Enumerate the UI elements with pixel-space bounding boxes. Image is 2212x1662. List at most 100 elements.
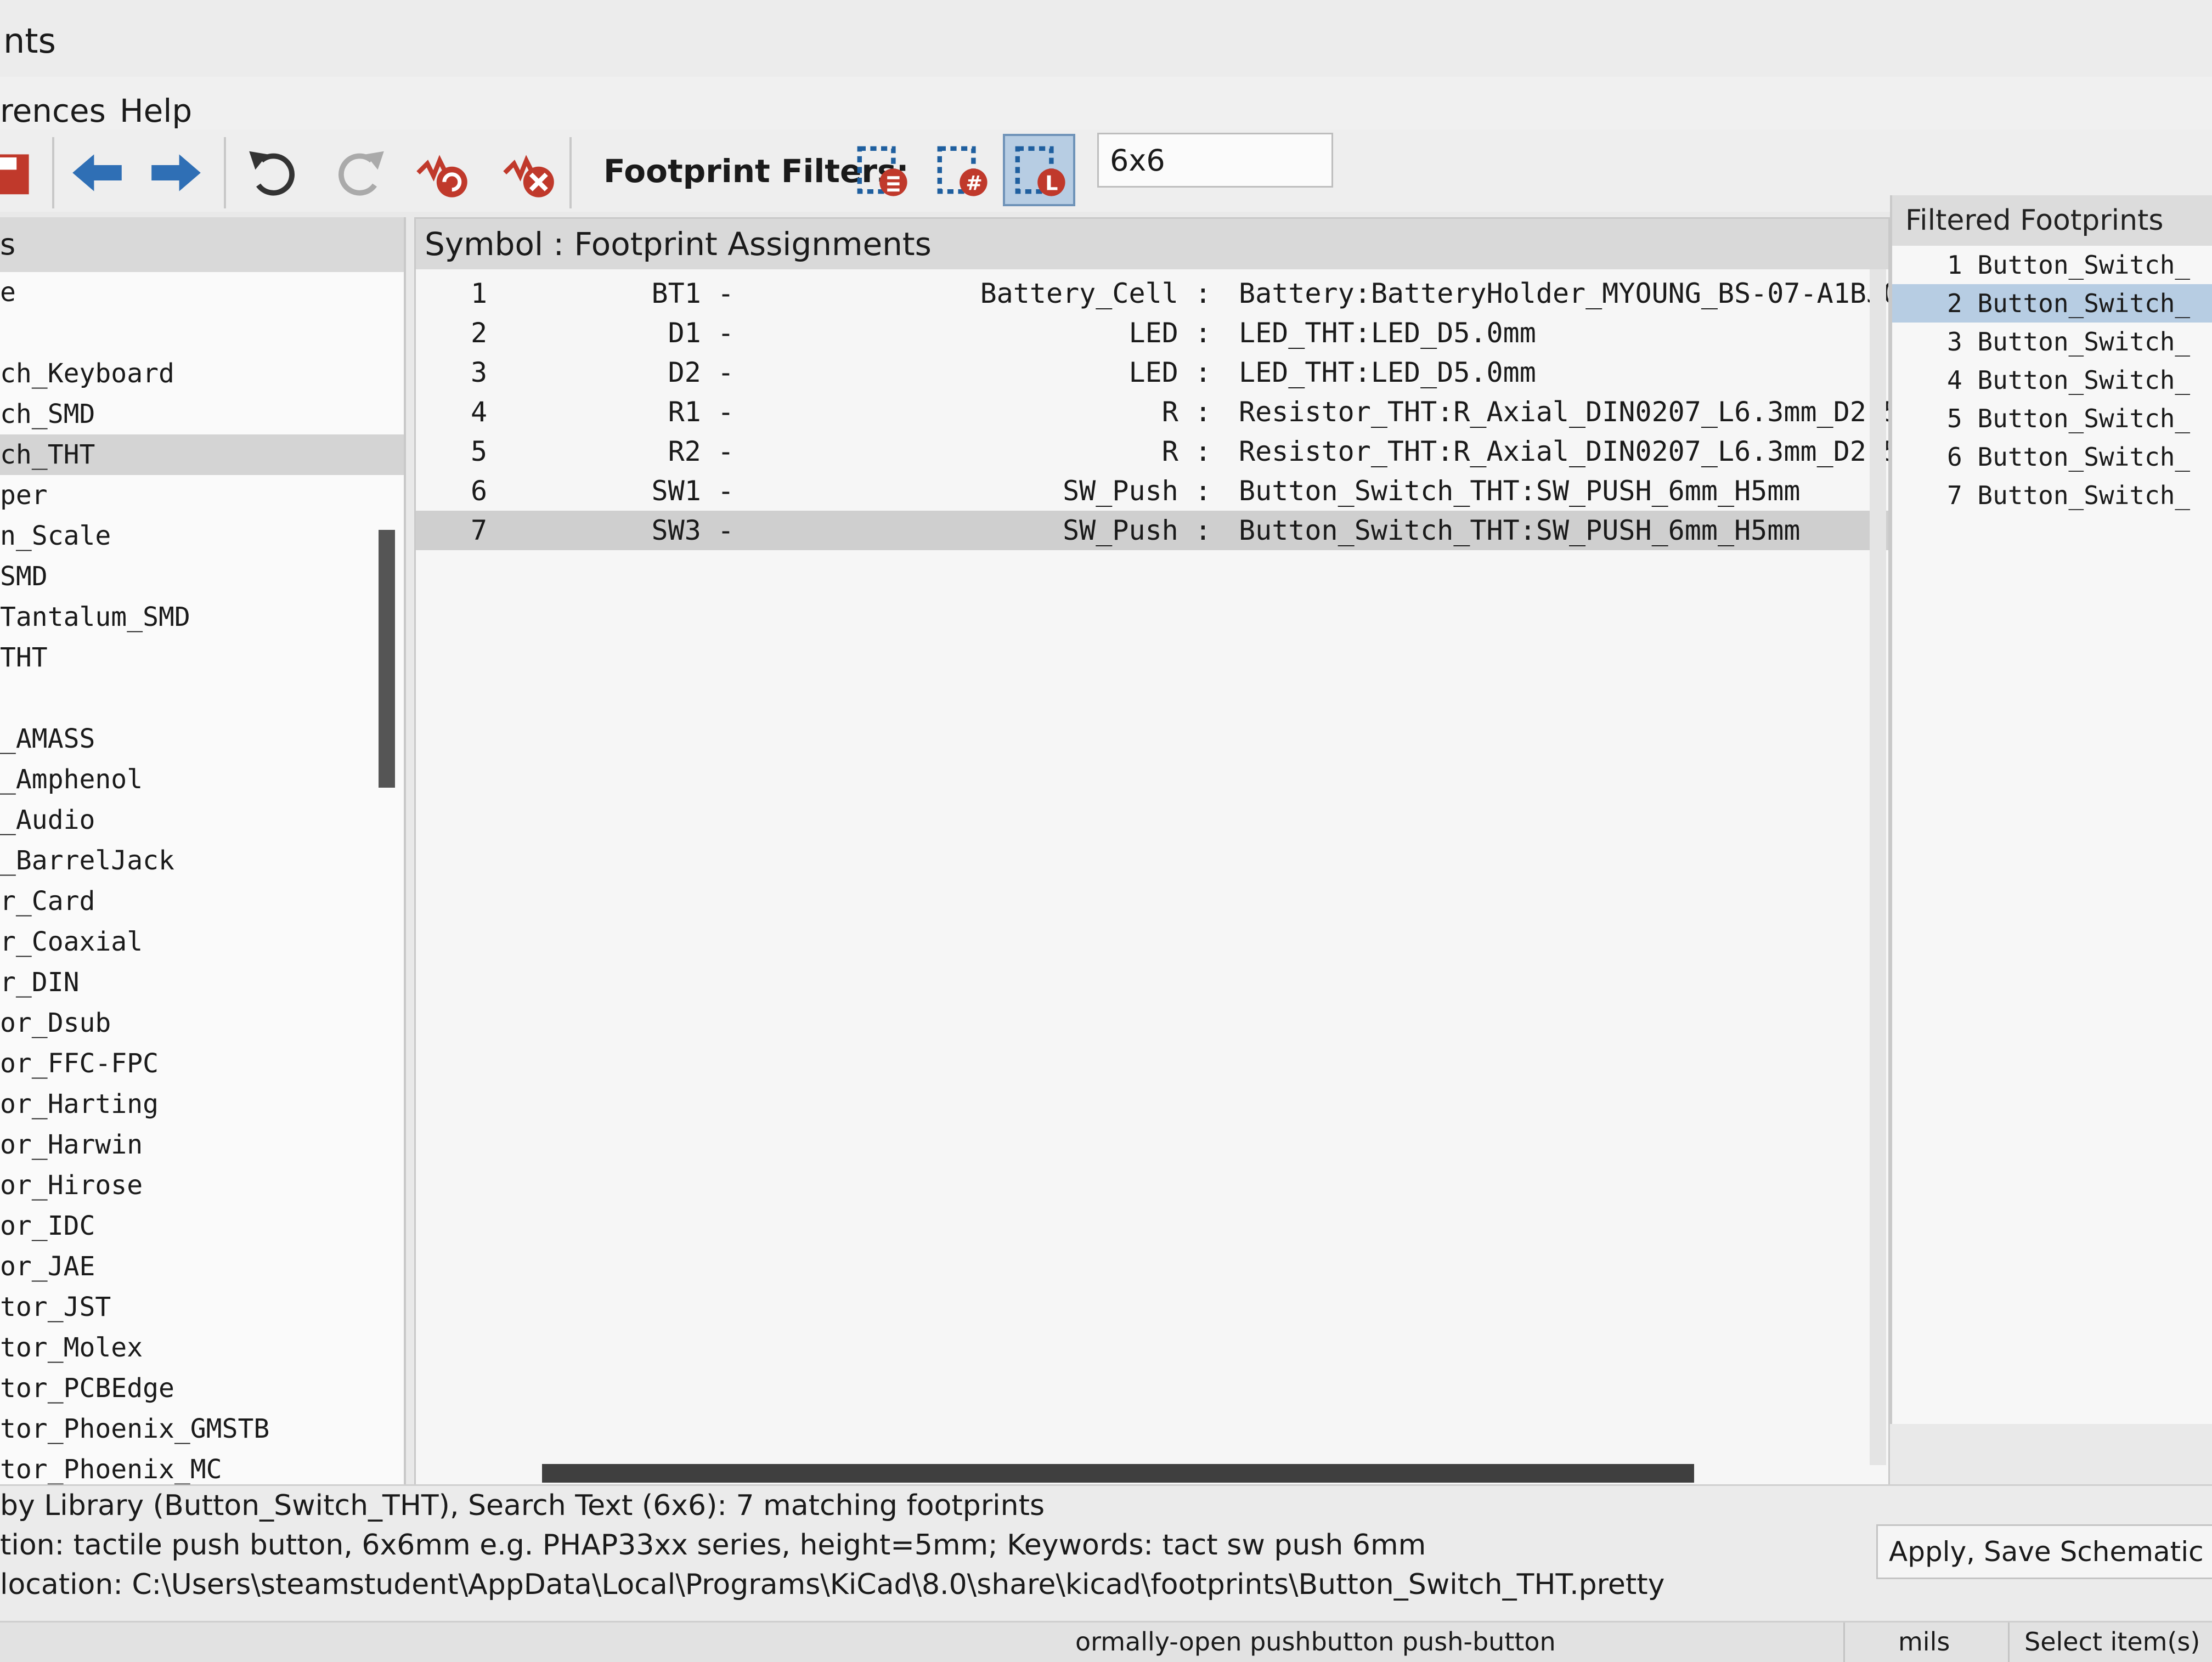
- filtered-footprint-item[interactable]: 2 Button_Switch_: [1892, 284, 2212, 323]
- filtered-footprints-list: 1 Button_Switch_ 2 Button_Switch_ 3 Button…: [1892, 246, 2212, 515]
- window-title: nts: [0, 0, 2212, 77]
- toolbar-separator: [569, 137, 572, 208]
- status-bar: ormally-open pushbutton push-button mils…: [0, 1621, 2212, 1662]
- assignment-row[interactable]: 7 SW3 - SW_Push : Button_Switch_THT:SW_PUSH…: [416, 511, 1888, 550]
- library-item[interactable]: per: [0, 475, 404, 516]
- status-location: location: C:\Users\steamstudent\AppData\…: [0, 1568, 1665, 1601]
- library-item[interactable]: ch_Keyboard: [0, 353, 404, 394]
- library-item[interactable]: or_Harwin: [0, 1124, 404, 1165]
- filtered-footprints-header: Filtered Footprints: [1892, 195, 2212, 246]
- assignment-number: 4: [471, 396, 488, 428]
- filter-pincount-icon[interactable]: #: [925, 134, 997, 206]
- library-item[interactable]: or_JAE: [0, 1246, 404, 1287]
- library-item[interactable]: r_Coaxial: [0, 922, 404, 962]
- library-item[interactable]: ch_THT: [0, 434, 404, 475]
- library-item[interactable]: tor_JST: [0, 1287, 404, 1327]
- status-bar-units: mils: [1898, 1627, 1950, 1657]
- library-item[interactable]: ch_SMD: [0, 394, 404, 434]
- assignment-reference: R1 -: [668, 396, 734, 428]
- library-item[interactable]: or_Dsub: [0, 1003, 404, 1043]
- assignment-footprint: Resistor_THT:R_Axial_DIN0207_L6.3mm_D2.5…: [1239, 396, 1888, 428]
- assignments-header: Symbol : Footprint Assignments: [416, 219, 1888, 269]
- assignment-number: 6: [471, 475, 488, 507]
- library-item[interactable]: [0, 678, 404, 719]
- toolbar-separator: [52, 137, 54, 208]
- assignment-reference: SW3 -: [651, 515, 734, 546]
- filtered-footprint-item[interactable]: 4 Button_Switch_: [1892, 361, 2212, 399]
- status-bar-select: Select item(s): [2024, 1627, 2200, 1657]
- library-item[interactable]: _BarrelJack: [0, 840, 404, 881]
- arrow-left-icon[interactable]: [65, 140, 129, 205]
- assignment-row[interactable]: 5 R2 - R : Resistor_THT:R_Axial_DIN0207_L6.…: [416, 432, 1888, 471]
- filter-keywords-icon[interactable]: [845, 134, 917, 206]
- filtered-footprint-item[interactable]: 3 Button_Switch_: [1892, 323, 2212, 361]
- assignments-vertical-scrollbar[interactable]: [1870, 269, 1886, 1465]
- library-item[interactable]: or_Harting: [0, 1084, 404, 1124]
- library-item[interactable]: Tantalum_SMD: [0, 597, 404, 637]
- assignments-horizontal-scrollbar[interactable]: [542, 1464, 1694, 1483]
- library-item[interactable]: tor_Phoenix_GMSTB: [0, 1409, 404, 1449]
- filter-library-icon[interactable]: L: [1003, 134, 1075, 206]
- assignment-value: LED :: [1128, 317, 1211, 349]
- assignment-row[interactable]: 1 BT1 - Battery_Cell : Battery:BatteryHolde…: [416, 274, 1888, 313]
- library-item[interactable]: _Amphenol: [0, 759, 404, 800]
- filtered-footprint-item[interactable]: 5 Button_Switch_: [1892, 399, 2212, 438]
- arrow-right-icon[interactable]: [144, 140, 208, 205]
- status-bar-separator: [1843, 1623, 1845, 1662]
- library-item[interactable]: r_Card: [0, 881, 404, 922]
- filter-search-input[interactable]: [1097, 133, 1333, 188]
- library-item[interactable]: _Audio: [0, 800, 404, 840]
- library-item[interactable]: n_Scale: [0, 516, 404, 556]
- library-item[interactable]: _AMASS: [0, 719, 404, 759]
- redo-icon[interactable]: [327, 140, 392, 205]
- apply-save-button[interactable]: Apply, Save Schematic & Con: [1876, 1524, 2212, 1579]
- assignment-row[interactable]: 6 SW1 - SW_Push : Button_Switch_THT:SW_PUSH…: [416, 471, 1888, 511]
- svg-text:L: L: [1045, 171, 1058, 195]
- toolbar: Footprint Filters: # L: [0, 129, 2212, 212]
- status-bar-separator: [2008, 1623, 2010, 1662]
- library-item[interactable]: THT: [0, 637, 404, 678]
- library-vertical-scrollbar[interactable]: [379, 530, 395, 788]
- assignment-value: SW_Push :: [1063, 515, 1211, 546]
- filtered-footprint-item[interactable]: 6 Button_Switch_: [1892, 438, 2212, 476]
- assignment-footprint: Battery:BatteryHolder_MYOUNG_BS-07-A1BJ0…: [1239, 278, 1888, 309]
- delete-associations-icon[interactable]: [497, 140, 562, 205]
- assignment-row[interactable]: 3 D2 - LED : LED_THT:LED_D5.0mm: [416, 353, 1888, 392]
- menu-preferences[interactable]: rences: [0, 92, 106, 129]
- library-item[interactable]: [0, 313, 404, 353]
- status-filter-info: by Library (Button_Switch_THT), Search T…: [0, 1489, 1045, 1522]
- assignment-row[interactable]: 2 D1 - LED : LED_THT:LED_D5.0mm: [416, 313, 1888, 353]
- library-item[interactable]: r_DIN: [0, 962, 404, 1003]
- library-item[interactable]: tor_PCBEdge: [0, 1368, 404, 1409]
- svg-text:#: #: [966, 171, 982, 195]
- filtered-footprint-item[interactable]: 7 Button_Switch_: [1892, 476, 2212, 515]
- assignment-number: 1: [471, 278, 488, 309]
- library-item[interactable]: or_IDC: [0, 1206, 404, 1246]
- auto-associate-icon[interactable]: [410, 140, 475, 205]
- library-list: e ch_Keyboard ch_SMD ch_THT per n_Scale SMD Tan…: [0, 272, 404, 1495]
- assignment-value: LED :: [1128, 357, 1211, 388]
- library-item[interactable]: or_FFC-FPC: [0, 1043, 404, 1084]
- library-item[interactable]: SMD: [0, 556, 404, 597]
- filtered-footprints-panel: Filtered Footprints 1 Button_Switch_ 2 Bu…: [1890, 195, 2212, 1424]
- assignment-row[interactable]: 4 R1 - R : Resistor_THT:R_Axial_DIN0207_L6.…: [416, 392, 1888, 432]
- assignment-footprint: Button_Switch_THT:SW_PUSH_6mm_H5mm: [1239, 515, 1801, 546]
- assignment-value: Battery_Cell :: [980, 278, 1211, 309]
- assignment-number: 2: [471, 317, 488, 349]
- undo-icon[interactable]: [241, 140, 306, 205]
- assignment-value: R :: [1161, 436, 1211, 467]
- assignment-value: R :: [1161, 396, 1211, 428]
- library-item[interactable]: tor_Phoenix_MC: [0, 1449, 404, 1490]
- menu-help[interactable]: Help: [120, 92, 192, 129]
- library-item[interactable]: or_Hirose: [0, 1165, 404, 1206]
- status-area: by Library (Button_Switch_THT), Search T…: [0, 1484, 2212, 1662]
- save-icon[interactable]: [0, 140, 43, 205]
- library-item[interactable]: e: [0, 272, 404, 313]
- status-description: tion: tactile push button, 6x6mm e.g. PH…: [0, 1529, 1426, 1562]
- toolbar-separator: [224, 137, 226, 208]
- library-item[interactable]: tor_Molex: [0, 1327, 404, 1368]
- filtered-footprint-item[interactable]: 1 Button_Switch_: [1892, 246, 2212, 284]
- assignment-reference: BT1 -: [651, 278, 734, 309]
- assignment-number: 5: [471, 436, 488, 467]
- assignment-number: 3: [471, 357, 488, 388]
